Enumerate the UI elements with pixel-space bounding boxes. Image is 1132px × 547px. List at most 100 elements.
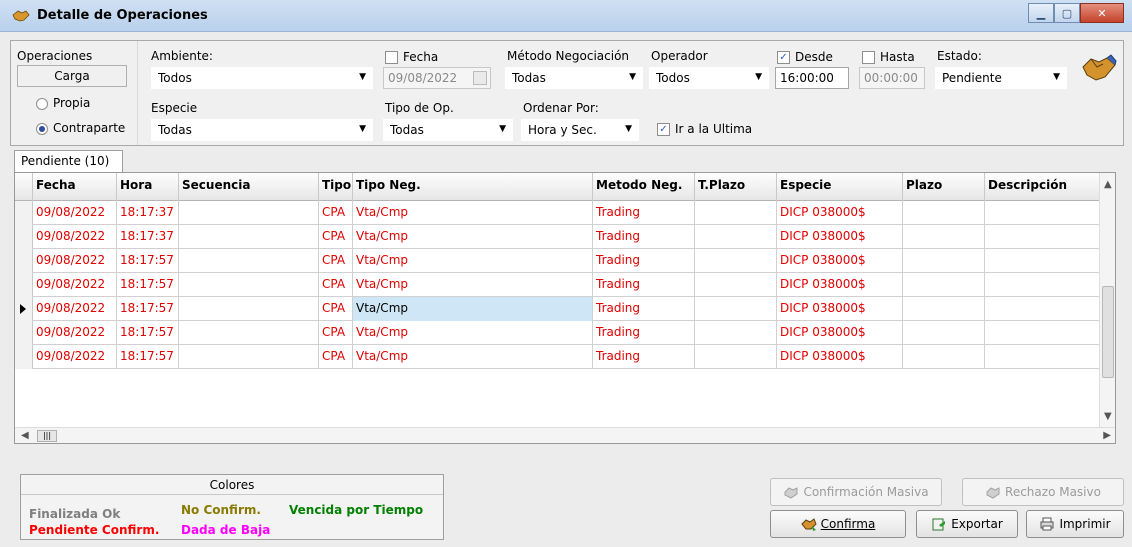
- rechazo-masivo-button[interactable]: Rechazo Masivo: [962, 478, 1124, 506]
- table-row[interactable]: 09/08/2022 18:17:37 CPA Vta/Cmp Trading DICP …: [15, 201, 1101, 225]
- cell-tplazo[interactable]: [695, 273, 777, 297]
- cell-descripcion[interactable]: [985, 297, 1101, 321]
- hasta-input[interactable]: 00:00:00: [859, 67, 925, 89]
- column-header-plazo[interactable]: Plazo: [903, 173, 985, 201]
- cell-metodo-neg[interactable]: Trading: [593, 321, 695, 345]
- cell-tplazo[interactable]: [695, 201, 777, 225]
- desde-checkbox[interactable]: ✓: [777, 51, 790, 64]
- cell-secuencia[interactable]: [179, 225, 319, 249]
- cell-hora[interactable]: 18:17:57: [117, 321, 179, 345]
- maximize-button[interactable]: ▢: [1054, 3, 1080, 23]
- column-header-tipo-neg[interactable]: Tipo Neg.: [353, 173, 593, 201]
- cell-secuencia[interactable]: [179, 201, 319, 225]
- cell-tplazo[interactable]: [695, 321, 777, 345]
- tab-pendiente[interactable]: Pendiente (10): [14, 150, 123, 172]
- row-indicator[interactable]: [15, 201, 33, 225]
- cell-fecha[interactable]: 09/08/2022: [33, 201, 117, 225]
- column-header-metodo-neg[interactable]: Metodo Neg.: [593, 173, 695, 201]
- cell-fecha[interactable]: 09/08/2022: [33, 273, 117, 297]
- cell-plazo[interactable]: [903, 297, 985, 321]
- cell-tipo-neg[interactable]: Vta/Cmp: [353, 297, 593, 321]
- cell-plazo[interactable]: [903, 225, 985, 249]
- vertical-scrollbar[interactable]: ▲ ▼: [1099, 173, 1115, 431]
- horizontal-scrollbar[interactable]: ◀ ||| ▶: [15, 427, 1115, 443]
- cell-especie[interactable]: DICP 038000$: [777, 345, 903, 369]
- cell-fecha[interactable]: 09/08/2022: [33, 321, 117, 345]
- calendar-icon[interactable]: [473, 71, 487, 85]
- operador-select[interactable]: Todos ▼: [649, 67, 769, 89]
- fecha-input[interactable]: 09/08/2022: [383, 67, 491, 89]
- cell-tipo-neg[interactable]: Vta/Cmp: [353, 273, 593, 297]
- table-row[interactable]: 09/08/2022 18:17:37 CPA Vta/Cmp Trading DICP …: [15, 225, 1101, 249]
- cell-especie[interactable]: DICP 038000$: [777, 273, 903, 297]
- cell-descripcion[interactable]: [985, 201, 1101, 225]
- cell-especie[interactable]: DICP 038000$: [777, 201, 903, 225]
- cell-descripcion[interactable]: [985, 273, 1101, 297]
- column-header-secuencia[interactable]: Secuencia: [179, 173, 319, 201]
- cell-especie[interactable]: DICP 038000$: [777, 321, 903, 345]
- column-header-descripcion[interactable]: Descripción: [985, 173, 1101, 201]
- cell-descripcion[interactable]: [985, 345, 1101, 369]
- tipo-op-select[interactable]: Todas ▼: [383, 119, 513, 141]
- cell-secuencia[interactable]: [179, 321, 319, 345]
- cell-tipo-neg[interactable]: Vta/Cmp: [353, 345, 593, 369]
- cell-descripcion[interactable]: [985, 249, 1101, 273]
- column-header-tipo[interactable]: Tipo: [319, 173, 353, 201]
- hasta-label[interactable]: Hasta: [880, 50, 915, 64]
- cell-hora[interactable]: 18:17:57: [117, 273, 179, 297]
- column-header-tplazo[interactable]: T.Plazo: [695, 173, 777, 201]
- cell-tipo[interactable]: CPA: [319, 225, 353, 249]
- cell-tplazo[interactable]: [695, 225, 777, 249]
- row-indicator[interactable]: [15, 249, 33, 273]
- close-button[interactable]: ✕: [1080, 3, 1124, 23]
- cell-secuencia[interactable]: [179, 273, 319, 297]
- column-header-especie[interactable]: Especie: [777, 173, 903, 201]
- row-indicator[interactable]: [15, 321, 33, 345]
- cell-fecha[interactable]: 09/08/2022: [33, 249, 117, 273]
- desde-input[interactable]: 16:00:00: [775, 67, 849, 89]
- cell-tplazo[interactable]: [695, 345, 777, 369]
- cell-hora[interactable]: 18:17:57: [117, 249, 179, 273]
- current-row-indicator[interactable]: [15, 297, 33, 321]
- especie-select[interactable]: Todas ▼: [151, 119, 373, 141]
- table-row[interactable]: 09/08/2022 18:17:57 CPA Vta/Cmp Trading DICP …: [15, 249, 1101, 273]
- fecha-label[interactable]: Fecha: [403, 50, 438, 64]
- row-indicator[interactable]: [15, 225, 33, 249]
- cell-tipo-neg[interactable]: Vta/Cmp: [353, 249, 593, 273]
- ir-ultima-checkbox[interactable]: ✓: [657, 123, 670, 136]
- table-row[interactable]: 09/08/2022 18:17:57 CPA Vta/Cmp Trading DICP …: [15, 321, 1101, 345]
- ir-ultima-label[interactable]: Ir a la Ultima: [675, 122, 752, 136]
- cell-descripcion[interactable]: [985, 321, 1101, 345]
- imprimir-button[interactable]: Imprimir: [1026, 510, 1124, 538]
- cell-metodo-neg[interactable]: Trading: [593, 297, 695, 321]
- cell-hora[interactable]: 18:17:57: [117, 345, 179, 369]
- cell-fecha[interactable]: 09/08/2022: [33, 297, 117, 321]
- cell-metodo-neg[interactable]: Trading: [593, 225, 695, 249]
- cell-plazo[interactable]: [903, 249, 985, 273]
- horizontal-scroll-thumb[interactable]: |||: [37, 430, 57, 442]
- cell-tipo[interactable]: CPA: [319, 273, 353, 297]
- cell-secuencia[interactable]: [179, 297, 319, 321]
- column-header-hora[interactable]: Hora: [117, 173, 179, 201]
- cell-tipo[interactable]: CPA: [319, 201, 353, 225]
- table-row[interactable]: 09/08/2022 18:17:57 CPA Vta/Cmp Trading DICP …: [15, 273, 1101, 297]
- metodo-select[interactable]: Todas ▼: [505, 67, 643, 89]
- minimize-button[interactable]: ▁: [1028, 3, 1054, 23]
- ordenar-select[interactable]: Hora y Sec. ▼: [521, 119, 639, 141]
- cell-fecha[interactable]: 09/08/2022: [33, 225, 117, 249]
- confirma-button[interactable]: Confirma: [770, 510, 906, 538]
- hasta-checkbox[interactable]: [862, 51, 875, 64]
- vertical-scroll-thumb[interactable]: [1102, 286, 1114, 378]
- table-row[interactable]: 09/08/2022 18:17:57 CPA Vta/Cmp Trading DICP …: [15, 297, 1101, 321]
- cell-metodo-neg[interactable]: Trading: [593, 273, 695, 297]
- propia-label[interactable]: Propia: [53, 96, 90, 110]
- ambiente-select[interactable]: Todos ▼: [151, 67, 373, 89]
- cell-tipo-neg[interactable]: Vta/Cmp: [353, 201, 593, 225]
- cell-tipo[interactable]: CPA: [319, 321, 353, 345]
- contraparte-radio[interactable]: [36, 123, 48, 135]
- table-row[interactable]: 09/08/2022 18:17:57 CPA Vta/Cmp Trading DICP …: [15, 345, 1101, 369]
- scroll-up-icon[interactable]: ▲: [1104, 179, 1112, 190]
- cell-especie[interactable]: DICP 038000$: [777, 297, 903, 321]
- cell-metodo-neg[interactable]: Trading: [593, 249, 695, 273]
- cell-hora[interactable]: 18:17:37: [117, 201, 179, 225]
